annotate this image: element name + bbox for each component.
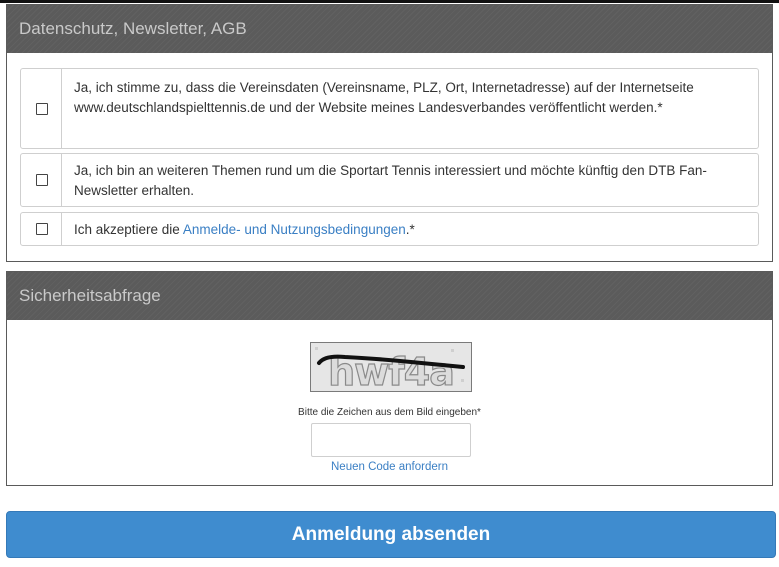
terms-label: Ich akzeptiere die Anmelde- und Nutzungs…: [74, 220, 748, 240]
top-rule: [0, 0, 779, 3]
consent-panel-title: Datenschutz, Newsletter, AGB: [7, 5, 772, 53]
newsletter-checkbox[interactable]: [36, 174, 48, 186]
captcha-prompt: Bitte die Zeichen aus dem Bild eingeben*: [298, 407, 481, 418]
check-cell: [21, 154, 62, 206]
terms-link[interactable]: Anmelde- und Nutzungsbedingungen: [183, 222, 406, 237]
terms-checkbox[interactable]: [36, 223, 48, 235]
new-code-link[interactable]: Neuen Code anfordern: [7, 461, 772, 473]
consent-panel: Datenschutz, Newsletter, AGB Ja, ich sti…: [6, 4, 773, 262]
consent-row-terms: Ich akzeptiere die Anmelde- und Nutzungs…: [20, 212, 759, 246]
captcha-image: hwf4a: [310, 342, 472, 392]
consent-row-publish-data: Ja, ich stimme zu, dass die Vereinsdaten…: [20, 68, 759, 149]
captcha-panel-title: Sicherheitsabfrage: [7, 272, 772, 320]
consent-row-newsletter: Ja, ich bin an weiteren Themen rund um d…: [20, 153, 759, 207]
submit-registration-button[interactable]: Anmeldung absenden: [6, 511, 776, 558]
captcha-panel: Sicherheitsabfrage hwf4a Bitte die Zeich…: [6, 271, 773, 486]
newsletter-label: Ja, ich bin an weiteren Themen rund um d…: [74, 163, 707, 198]
captcha-graphic: hwf4a: [311, 343, 471, 391]
terms-label-suffix: .*: [405, 222, 415, 237]
check-cell: [21, 213, 62, 245]
publish-data-label: Ja, ich stimme zu, dass die Vereinsdaten…: [74, 80, 694, 115]
publish-data-checkbox[interactable]: [36, 102, 48, 115]
terms-label-prefix: Ich akzeptiere die: [74, 222, 183, 237]
captcha-input[interactable]: [311, 423, 471, 457]
check-cell: [21, 69, 62, 148]
